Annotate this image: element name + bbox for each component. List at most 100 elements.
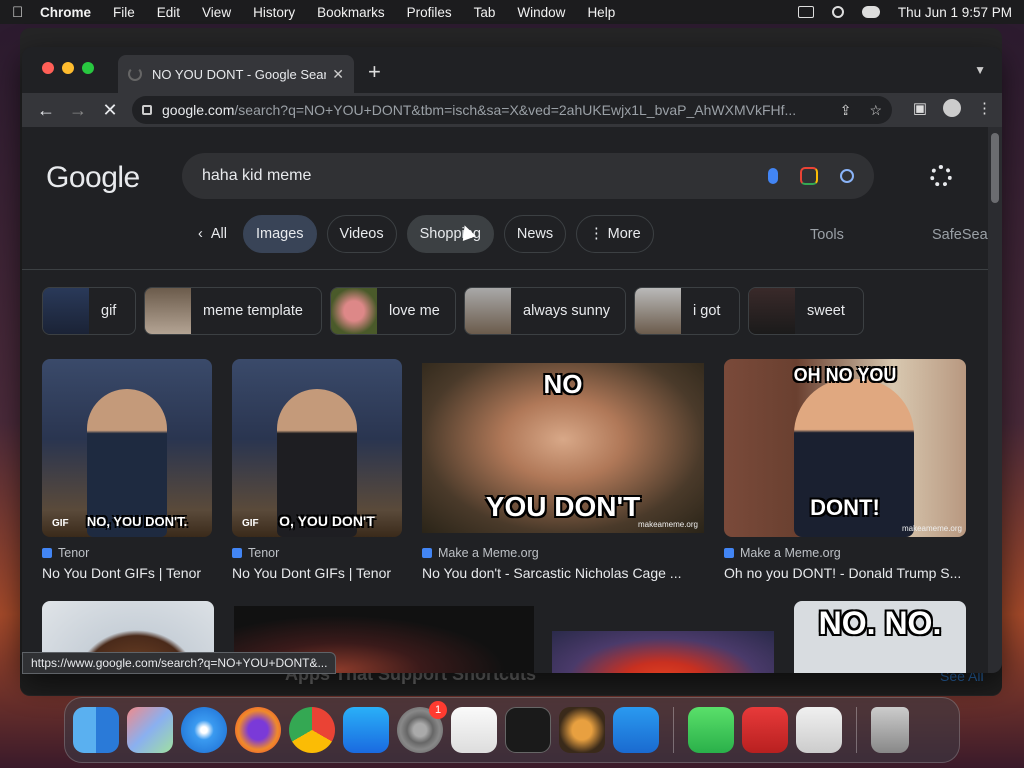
related-label: sweet xyxy=(807,303,845,319)
image-result-card[interactable]: GIF O, YOU DON'T Tenor No You Dont GIFs … xyxy=(232,359,402,581)
chrome-icon[interactable] xyxy=(289,707,335,753)
menu-bookmarks[interactable]: Bookmarks xyxy=(317,5,385,20)
safesearch-button[interactable]: SafeSear xyxy=(932,227,988,243)
macos-menubar:  Chrome File Edit View History Bookmark… xyxy=(0,0,1024,24)
menu-view[interactable]: View xyxy=(202,5,231,20)
image-result-card[interactable]: NO YOU DON'T makeameme.org Make a Meme.o… xyxy=(422,363,704,581)
forward-button[interactable]: → xyxy=(64,96,92,124)
trash-icon[interactable] xyxy=(871,707,909,753)
search-icon[interactable] xyxy=(840,169,854,183)
result-title[interactable]: No You Dont GIFs | Tenor xyxy=(232,565,402,581)
result-thumbnail[interactable]: OH NO YOU DONT! makeameme.org xyxy=(724,359,966,537)
watermark: makeameme.org xyxy=(901,524,962,533)
spotlight-search-icon[interactable] xyxy=(831,6,844,18)
screen-mirroring-icon[interactable] xyxy=(797,6,814,18)
google-logo[interactable]: Google xyxy=(46,161,140,195)
garageband-icon[interactable] xyxy=(559,707,605,753)
control-center-icon[interactable] xyxy=(861,6,880,18)
result-source: Make a Meme.org xyxy=(724,546,966,560)
textedit-icon[interactable] xyxy=(451,707,497,753)
related-thumbnail xyxy=(43,288,89,334)
safari-icon[interactable] xyxy=(181,707,227,753)
facetime-icon[interactable] xyxy=(688,707,734,753)
result-source: Make a Meme.org xyxy=(422,546,704,560)
source-name: Tenor xyxy=(58,546,90,560)
system-settings-icon[interactable]: 1 xyxy=(397,701,447,753)
zoom-window-button[interactable] xyxy=(82,62,94,74)
related-search-chip[interactable]: sweet xyxy=(748,287,864,335)
share-icon[interactable]: ⇪ xyxy=(840,102,852,119)
address-bar[interactable]: google.com/search?q=NO+YOU+DONT&tbm=isch… xyxy=(132,96,892,124)
menu-file[interactable]: File xyxy=(113,5,135,20)
watermark: makeameme.org xyxy=(637,520,698,529)
result-thumbnail[interactable]: NO YOU DON'T makeameme.org xyxy=(422,363,704,533)
firefox-icon[interactable] xyxy=(235,707,281,753)
result-thumbnail[interactable]: NO. NO. xyxy=(794,601,966,673)
menu-help[interactable]: Help xyxy=(587,5,615,20)
bookmark-star-icon[interactable]: ☆ xyxy=(869,102,882,119)
image-result-card[interactable]: GIF NO, YOU DON'T. Tenor No You Dont GIF… xyxy=(42,359,212,581)
settings-gear-icon[interactable] xyxy=(930,165,952,187)
image-result-card[interactable]: OH NO YOU DONT! makeameme.org Make a Mem… xyxy=(724,359,966,581)
related-label: always sunny xyxy=(523,303,611,319)
stop-loading-button[interactable]: ✕ xyxy=(96,96,124,124)
related-thumbnail xyxy=(145,288,191,334)
search-input[interactable]: haha kid meme xyxy=(182,153,874,199)
tools-button[interactable]: Tools xyxy=(810,227,844,243)
finder-icon[interactable] xyxy=(73,707,119,753)
related-search-chip[interactable]: gif xyxy=(42,287,136,335)
new-tab-button[interactable]: + xyxy=(368,59,381,85)
photo-booth-icon[interactable] xyxy=(742,707,788,753)
filter-shopping[interactable]: Shopping xyxy=(406,215,494,253)
app-store-icon[interactable] xyxy=(343,707,389,753)
microphone-icon[interactable] xyxy=(768,168,778,184)
chrome-menu-icon[interactable]: ⋮ xyxy=(977,99,992,117)
scrollbar-thumb[interactable] xyxy=(991,133,999,203)
site-info-icon[interactable] xyxy=(142,105,152,115)
menu-app-name[interactable]: Chrome xyxy=(40,5,91,20)
page-scrollbar[interactable] xyxy=(988,127,1002,673)
terminal-icon[interactable] xyxy=(505,707,551,753)
close-window-button[interactable] xyxy=(42,62,54,74)
menubar-clock[interactable]: Thu Jun 1 9:57 PM xyxy=(898,5,1012,20)
filter-videos[interactable]: Videos xyxy=(326,215,397,253)
vscode-icon[interactable] xyxy=(613,707,659,753)
source-name: Tenor xyxy=(248,546,280,560)
browser-tab-active[interactable]: NO YOU DONT - Google Searc ✕ xyxy=(118,55,354,93)
filter-news[interactable]: News xyxy=(503,215,567,253)
result-thumbnail[interactable]: GIF NO, YOU DON'T. xyxy=(42,359,212,537)
tab-search-dropdown-icon[interactable]: ▼ xyxy=(974,63,986,77)
search-filter-bar: ‹ All Images Videos Shopping News ⋮ More xyxy=(192,215,654,253)
chrome-window: NO YOU DONT - Google Searc ✕ + ▼ ← → ✕ g… xyxy=(22,47,1002,673)
source-favicon xyxy=(42,548,52,558)
side-panel-icon[interactable]: ▣ xyxy=(913,99,927,117)
launchpad-icon[interactable] xyxy=(127,707,173,753)
address-url: google.com/search?q=NO+YOU+DONT&tbm=isch… xyxy=(162,102,832,118)
result-thumbnail[interactable]: GIF O, YOU DON'T xyxy=(232,359,402,537)
menu-window[interactable]: Window xyxy=(517,5,565,20)
close-tab-icon[interactable]: ✕ xyxy=(332,66,344,83)
related-search-chip[interactable]: i got xyxy=(634,287,740,335)
apple-menu-icon[interactable]:  xyxy=(12,4,40,21)
script-editor-icon[interactable] xyxy=(796,707,842,753)
meme-caption: O, YOU DON'T xyxy=(279,513,375,529)
related-search-chip[interactable]: love me xyxy=(330,287,456,335)
menu-history[interactable]: History xyxy=(253,5,295,20)
related-search-chip[interactable]: always sunny xyxy=(464,287,626,335)
result-title[interactable]: Oh no you DONT! - Donald Trump S... xyxy=(724,565,966,581)
minimize-window-button[interactable] xyxy=(62,62,74,74)
filter-images[interactable]: Images xyxy=(242,215,317,253)
profile-avatar[interactable] xyxy=(943,99,961,117)
result-title[interactable]: No You Dont GIFs | Tenor xyxy=(42,565,212,581)
filter-more[interactable]: ⋮ More xyxy=(576,215,654,253)
menu-tab[interactable]: Tab xyxy=(474,5,496,20)
search-query[interactable]: haha kid meme xyxy=(202,167,768,185)
filter-all[interactable]: ‹ All xyxy=(192,215,233,253)
menu-profiles[interactable]: Profiles xyxy=(407,5,452,20)
related-search-chip[interactable]: meme template xyxy=(144,287,322,335)
back-button[interactable]: ← xyxy=(32,96,60,124)
result-thumbnail[interactable] xyxy=(552,631,774,673)
result-title[interactable]: No You don't - Sarcastic Nicholas Cage .… xyxy=(422,565,704,581)
google-lens-icon[interactable] xyxy=(800,167,818,185)
menu-edit[interactable]: Edit xyxy=(157,5,180,20)
